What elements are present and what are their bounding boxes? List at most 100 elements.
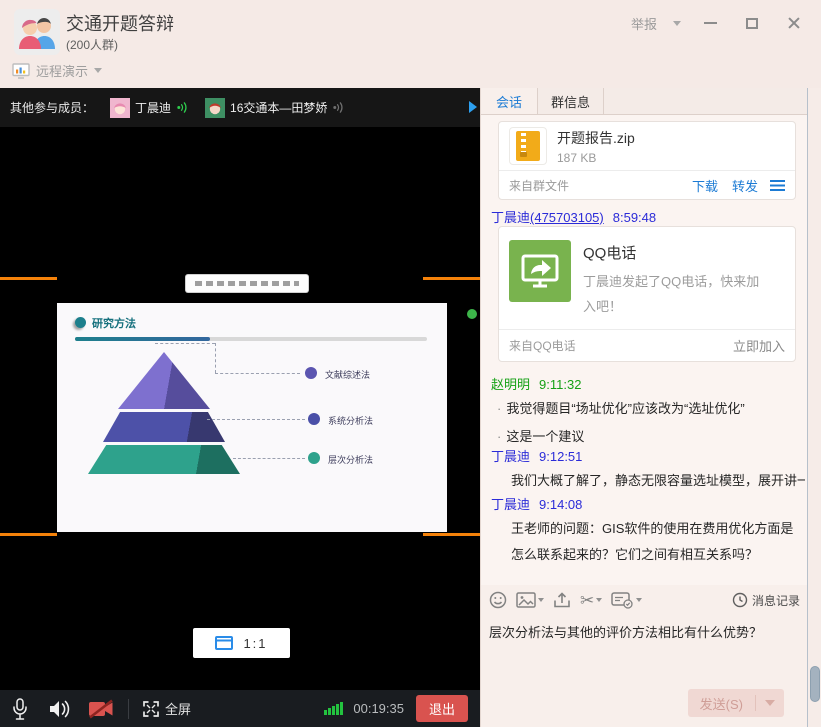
participant-tianmengjiao[interactable]: 16交通本—田梦娇 [205, 98, 345, 118]
forward-link[interactable]: 转发 [732, 176, 758, 195]
slide-item-label: 文献综述法 [325, 368, 370, 381]
file-name: 开题报告.zip [557, 128, 635, 148]
connector-line [155, 343, 215, 344]
emoji-button[interactable] [489, 591, 507, 609]
chevron-down-icon [596, 598, 602, 602]
slide-title: 研究方法 [92, 315, 136, 331]
connector-line [233, 458, 305, 459]
maximize-button[interactable] [739, 12, 765, 34]
message-list[interactable]: 开题报告.zip 187 KB 来自群文件 下载 转发 丁晨迪 (47570310… [481, 115, 808, 585]
send-options-chevron-icon[interactable] [765, 700, 775, 706]
speaker-button[interactable] [48, 699, 72, 719]
message-sender: 赵明明9:11:32 [491, 374, 581, 393]
microphone-button[interactable] [12, 698, 28, 720]
chat-tabs: 会话 群信息 [481, 88, 821, 115]
upload-icon [553, 591, 571, 609]
qq-call-card[interactable]: QQ电话 丁晨迪发起了QQ电话，快来加入吧！ 来自QQ电话 立即加入 [498, 226, 796, 362]
chat-toolbar: ✂ 消息记录 [481, 585, 808, 615]
sender-name: 赵明明 [491, 377, 530, 392]
file-card[interactable]: 开题报告.zip 187 KB 来自群文件 下载 转发 [498, 121, 796, 200]
close-icon [787, 16, 801, 30]
presenter-toolbar-text [195, 281, 299, 286]
participant-dingchendi[interactable]: 丁晨迪 [110, 98, 189, 118]
bullet: · [497, 429, 501, 444]
chevron-down-icon [94, 68, 102, 73]
minimize-button[interactable] [697, 12, 723, 34]
message-history-button[interactable]: 消息记录 [732, 592, 800, 609]
sender-uin[interactable]: (475703105) [530, 210, 604, 225]
connector-line [215, 343, 216, 373]
file-card-body: 开题报告.zip 187 KB [499, 122, 795, 170]
qq-call-source: 来自QQ电话 [509, 337, 733, 354]
file-source: 来自群文件 [509, 177, 678, 194]
bullet: · [497, 401, 501, 416]
tab-session[interactable]: 会话 [481, 88, 538, 114]
slide-item-dot [308, 452, 320, 464]
call-timer: 00:19:35 [353, 701, 404, 716]
message-sender: 丁晨迪(475703105)8:59:48 [491, 207, 656, 226]
pyramid-tier-middle [103, 412, 225, 442]
expand-participants-arrow-icon[interactable] [469, 101, 477, 113]
scrollbar-thumb[interactable] [810, 666, 820, 702]
message-sender: 丁晨迪 9:12:51 [491, 446, 582, 465]
join-call-link[interactable]: 立即加入 [733, 336, 785, 355]
capture-marker-bottom-right [423, 533, 480, 536]
zip-file-icon [509, 127, 547, 165]
scrollbar[interactable] [807, 88, 821, 727]
message-text: ·这是一个建议 [497, 426, 584, 445]
slide-item-label: 系统分析法 [328, 414, 373, 427]
participant-name: 16交通本—田梦娇 [230, 99, 327, 116]
fullscreen-button[interactable]: 全屏 [143, 699, 191, 718]
qq-call-footer: 来自QQ电话 立即加入 [499, 329, 795, 361]
sender-name: 丁晨迪 [491, 497, 530, 512]
download-link[interactable]: 下载 [692, 176, 718, 195]
exit-call-button[interactable]: 退出 [416, 695, 468, 722]
presentation-chart-icon [12, 63, 30, 79]
message-card-icon [611, 591, 634, 609]
group-avatar[interactable] [14, 9, 60, 55]
remote-demo-dropdown[interactable]: 远程演示 [12, 61, 102, 80]
voice-active-icon [176, 101, 189, 114]
ratio-1-1-button[interactable]: 1:1 [193, 628, 290, 658]
file-card-footer: 来自群文件 下载 转发 [499, 170, 795, 199]
ratio-window-icon [215, 636, 233, 650]
message-input[interactable]: 层次分析法与其他的评价方法相比有什么优势？ [481, 615, 808, 680]
screenshot-button[interactable]: ✂ [580, 592, 602, 609]
file-menu-icon[interactable] [770, 180, 785, 191]
title-bar: 交通开题答辩 (200人群) 远程演示 举报 [0, 0, 821, 88]
slide-title-bullet-icon [75, 317, 86, 328]
image-icon [516, 592, 536, 608]
report-button[interactable]: 举报 [631, 14, 657, 33]
signal-strength-icon [324, 702, 343, 715]
pyramid-tier-top [118, 352, 210, 409]
ratio-label: 1:1 [243, 636, 267, 651]
voice-idle-icon [332, 101, 345, 114]
connector-line [207, 419, 305, 420]
chevron-down-icon [538, 598, 544, 602]
close-button[interactable] [781, 12, 807, 34]
slide-divider-fill [75, 337, 210, 341]
minimize-icon [704, 22, 717, 24]
send-button[interactable]: 发送(S) [688, 689, 784, 717]
capture-marker-bottom-left [0, 533, 57, 536]
connector-line [215, 373, 300, 374]
report-chevron-down-icon[interactable] [673, 21, 681, 26]
slide-item-dot [305, 367, 317, 379]
participant-avatar [205, 98, 225, 118]
remote-demo-label: 远程演示 [36, 61, 88, 80]
message-time: 9:12:51 [539, 449, 582, 464]
message-text: 我们大概了解了，静态无限容量选址模型，展开讲一讲 [511, 470, 805, 489]
message-text: ·我觉得题目“场址优化”应该改为“选址优化” [497, 398, 745, 417]
message-time: 8:59:48 [613, 210, 656, 225]
fullscreen-icon [143, 701, 159, 717]
qq-call-icon [509, 240, 571, 302]
presenter-floating-toolbar[interactable] [186, 275, 308, 292]
sender-name: 丁晨迪 [491, 449, 530, 464]
send-button-label: 发送(S) [688, 694, 755, 713]
image-button[interactable] [516, 592, 544, 608]
upload-button[interactable] [553, 591, 571, 609]
chevron-down-icon [636, 598, 642, 602]
message-card-button[interactable] [611, 591, 642, 609]
camera-off-button[interactable] [88, 699, 114, 719]
tab-group-info[interactable]: 群信息 [538, 88, 604, 114]
